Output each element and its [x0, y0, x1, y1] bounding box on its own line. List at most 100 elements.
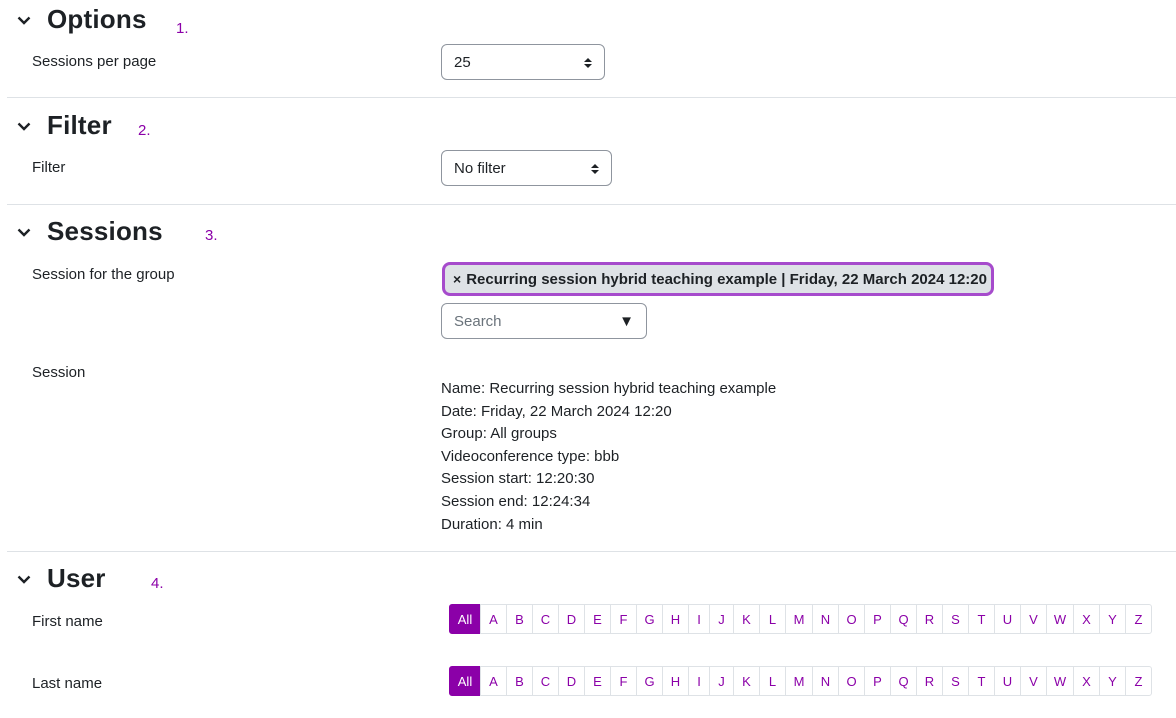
select-updown-icon — [591, 162, 599, 174]
last-name-initial-r[interactable]: R — [916, 666, 943, 696]
last-name-initial-t[interactable]: T — [968, 666, 995, 696]
session-info-type: Videoconference type: bbb — [441, 447, 620, 465]
session-info: Name: Recurring session hybrid teaching … — [441, 378, 776, 536]
last-name-initial-v[interactable]: V — [1020, 666, 1047, 696]
last-name-label: Last name — [32, 675, 103, 692]
last-name-initial-a[interactable]: A — [480, 666, 507, 696]
first-name-initial-j[interactable]: J — [709, 604, 734, 634]
session-info-start: Session start: 12:20:30 — [441, 470, 595, 488]
first-name-initial-x[interactable]: X — [1073, 604, 1100, 634]
session-search-dropdown[interactable]: Search ▼ — [441, 303, 647, 339]
last-name-initial-s[interactable]: S — [942, 666, 969, 696]
first-name-initial-z[interactable]: Z — [1125, 604, 1152, 634]
last-name-initial-o[interactable]: O — [838, 666, 865, 696]
first-name-initial-v[interactable]: V — [1020, 604, 1047, 634]
last-name-initials-bar: All A B C D E F G H I J K L M N O P Q R S T U V W X Y Z — [449, 666, 1152, 696]
section-title-filter: Filter — [47, 110, 112, 140]
chevron-down-icon — [16, 12, 32, 28]
select-updown-icon — [584, 56, 592, 68]
sessions-per-page-value: 25 — [454, 53, 471, 71]
first-name-initial-s[interactable]: S — [942, 604, 969, 634]
last-name-initial-c[interactable]: C — [532, 666, 559, 696]
last-name-initial-p[interactable]: P — [864, 666, 891, 696]
last-name-initial-i[interactable]: I — [688, 666, 710, 696]
last-name-initial-n[interactable]: N — [812, 666, 839, 696]
sessions-per-page-label: Sessions per page — [32, 53, 157, 70]
first-name-initial-l[interactable]: L — [759, 604, 786, 634]
first-name-initial-a[interactable]: A — [480, 604, 507, 634]
session-label: Session — [32, 364, 86, 381]
session-info-end: Session end: 12:24:34 — [441, 492, 591, 510]
last-name-initial-d[interactable]: D — [558, 666, 585, 696]
sessions-per-page-select[interactable]: 25 — [441, 44, 605, 80]
first-name-initial-b[interactable]: B — [506, 604, 533, 634]
filter-label: Filter — [32, 159, 66, 176]
chevron-down-icon — [16, 571, 32, 587]
session-info-date: Date: Friday, 22 March 2024 12:20 — [441, 402, 672, 420]
first-name-initial-q[interactable]: Q — [890, 604, 917, 634]
first-name-initial-o[interactable]: O — [838, 604, 865, 634]
first-name-initial-k[interactable]: K — [733, 604, 760, 634]
section-sessions-toggle[interactable]: Sessions — [16, 216, 163, 247]
last-name-initial-x[interactable]: X — [1073, 666, 1100, 696]
last-name-initial-all[interactable]: All — [449, 666, 481, 696]
last-name-initial-l[interactable]: L — [759, 666, 786, 696]
first-name-initial-d[interactable]: D — [558, 604, 585, 634]
first-name-initial-c[interactable]: C — [532, 604, 559, 634]
section-options-toggle[interactable]: Options — [16, 4, 147, 35]
annotation-1: 1. — [176, 20, 189, 37]
section-user-toggle[interactable]: User — [16, 563, 106, 594]
session-info-name: Name: Recurring session hybrid teaching … — [441, 380, 777, 397]
first-name-initial-w[interactable]: W — [1046, 604, 1074, 634]
last-name-initial-u[interactable]: U — [994, 666, 1021, 696]
session-info-group: Group: All groups — [441, 425, 557, 443]
last-name-initial-m[interactable]: M — [785, 666, 813, 696]
first-name-initial-y[interactable]: Y — [1099, 604, 1126, 634]
session-group-label: Session for the group — [32, 266, 175, 283]
last-name-initial-h[interactable]: H — [662, 666, 689, 696]
chevron-down-icon — [16, 118, 32, 134]
section-title-options: Options — [47, 4, 147, 34]
first-name-initial-r[interactable]: R — [916, 604, 943, 634]
search-input[interactable]: Search — [454, 313, 502, 330]
filter-value: No filter — [454, 159, 506, 177]
first-name-initial-m[interactable]: M — [785, 604, 813, 634]
selected-session-text: Recurring session hybrid teaching exampl… — [466, 270, 987, 288]
last-name-initial-w[interactable]: W — [1046, 666, 1074, 696]
last-name-initial-k[interactable]: K — [733, 666, 760, 696]
first-name-initial-all[interactable]: All — [449, 604, 481, 634]
last-name-initial-e[interactable]: E — [584, 666, 611, 696]
remove-icon[interactable]: × — [453, 271, 461, 287]
divider — [7, 551, 1176, 552]
first-name-initial-n[interactable]: N — [812, 604, 839, 634]
first-name-initial-g[interactable]: G — [636, 604, 663, 634]
first-name-initial-h[interactable]: H — [662, 604, 689, 634]
last-name-initial-f[interactable]: F — [610, 666, 637, 696]
session-info-duration: Duration: 4 min — [441, 515, 543, 533]
last-name-initial-q[interactable]: Q — [890, 666, 917, 696]
section-filter-toggle[interactable]: Filter — [16, 110, 112, 141]
last-name-initial-g[interactable]: G — [636, 666, 663, 696]
annotation-3: 3. — [205, 227, 218, 244]
annotation-2: 2. — [138, 122, 151, 139]
last-name-initial-z[interactable]: Z — [1125, 666, 1152, 696]
caret-down-icon[interactable]: ▼ — [619, 313, 634, 330]
section-title-sessions: Sessions — [47, 216, 163, 246]
last-name-initial-j[interactable]: J — [709, 666, 734, 696]
first-name-initial-i[interactable]: I — [688, 604, 710, 634]
annotation-4: 4. — [151, 575, 164, 592]
first-name-initial-t[interactable]: T — [968, 604, 995, 634]
first-name-initial-e[interactable]: E — [584, 604, 611, 634]
first-name-initial-u[interactable]: U — [994, 604, 1021, 634]
selected-session-chip[interactable]: × Recurring session hybrid teaching exam… — [442, 262, 994, 296]
first-name-label: First name — [32, 613, 103, 630]
first-name-initials-bar: All A B C D E F G H I J K L M N O P Q R S T U V W X Y Z — [449, 604, 1152, 634]
last-name-initial-b[interactable]: B — [506, 666, 533, 696]
first-name-initial-p[interactable]: P — [864, 604, 891, 634]
last-name-initial-y[interactable]: Y — [1099, 666, 1126, 696]
section-title-user: User — [47, 563, 106, 593]
first-name-initial-f[interactable]: F — [610, 604, 637, 634]
divider — [7, 97, 1176, 98]
filter-select[interactable]: No filter — [441, 150, 612, 186]
chevron-down-icon — [16, 224, 32, 240]
